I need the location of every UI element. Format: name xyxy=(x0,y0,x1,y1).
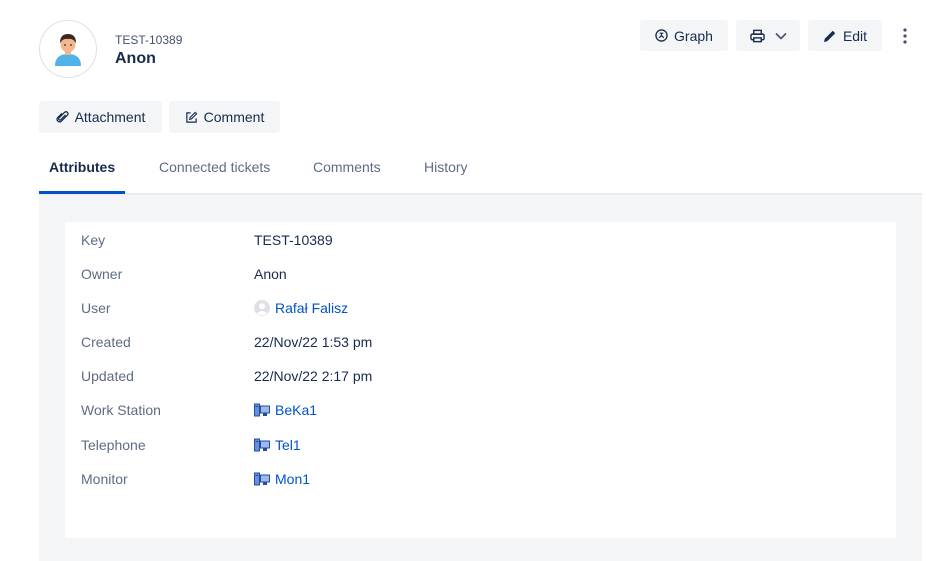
work-station-link[interactable]: BeKa1 xyxy=(254,402,317,418)
graph-button[interactable]: Graph xyxy=(640,20,728,51)
edit-button[interactable]: Edit xyxy=(808,20,882,51)
attribute-value: TEST-10389 xyxy=(254,232,333,248)
graph-button-label: Graph xyxy=(674,27,713,44)
telephone-name: Tel1 xyxy=(275,437,301,453)
attribute-value: 22/Nov/22 2:17 pm xyxy=(254,368,373,384)
attribute-label: Telephone xyxy=(81,437,146,453)
attribute-row-key: Key TEST-10389 xyxy=(65,232,896,252)
computer-icon xyxy=(254,403,270,417)
attributes-card: Key TEST-10389 Owner Anon User Rafał Fal… xyxy=(65,222,896,538)
tab-attributes[interactable]: Attributes xyxy=(49,159,115,175)
edit-button-label: Edit xyxy=(842,27,868,44)
attributes-panel: Key TEST-10389 Owner Anon User Rafał Fal… xyxy=(39,195,922,561)
attribute-row-user: User Rafał Falisz xyxy=(65,300,896,320)
attribute-row-created: Created 22/Nov/22 1:53 pm xyxy=(65,334,896,354)
print-button[interactable] xyxy=(736,20,800,51)
comment-button-label: Comment xyxy=(203,109,265,125)
ticket-avatar xyxy=(39,20,97,78)
more-vertical-icon xyxy=(903,28,907,44)
chevron-down-icon xyxy=(774,32,787,40)
attribute-value: 22/Nov/22 1:53 pm xyxy=(254,334,373,350)
attribute-label: Updated xyxy=(81,368,134,384)
attribute-row-owner: Owner Anon xyxy=(65,266,896,286)
computer-icon xyxy=(254,438,270,452)
graph-icon xyxy=(655,29,668,42)
printer-icon xyxy=(749,29,765,42)
user-link[interactable]: Rafał Falisz xyxy=(254,300,348,316)
tab-comments[interactable]: Comments xyxy=(313,159,381,175)
attribute-row-telephone: Telephone Tel1 xyxy=(65,437,896,457)
tab-connected-tickets[interactable]: Connected tickets xyxy=(159,159,270,175)
attribute-label: Work Station xyxy=(81,402,161,418)
attribute-label: Owner xyxy=(81,266,123,282)
attribute-value: Anon xyxy=(254,266,287,282)
pencil-icon xyxy=(823,30,836,42)
attribute-row-work-station: Work Station BeKa1 xyxy=(65,402,896,422)
computer-icon xyxy=(254,472,270,486)
user-avatar-icon xyxy=(254,300,270,316)
monitor-name: Mon1 xyxy=(275,471,311,487)
ticket-title: Anon xyxy=(115,50,156,67)
tab-bar: Attributes Connected tickets Comments Hi… xyxy=(39,150,922,195)
ticket-key: TEST-10389 xyxy=(115,33,183,47)
person-avatar-icon xyxy=(55,34,81,66)
attribute-label: Key xyxy=(81,232,106,248)
attribute-label: Monitor xyxy=(81,471,128,487)
tab-history[interactable]: History xyxy=(424,159,468,175)
work-station-name: BeKa1 xyxy=(275,402,318,418)
comment-button[interactable]: Comment xyxy=(169,101,280,133)
attribute-label: User xyxy=(81,300,111,316)
attribute-row-updated: Updated 22/Nov/22 2:17 pm xyxy=(65,368,896,388)
active-tab-indicator xyxy=(39,191,125,194)
attribute-label: Created xyxy=(81,334,131,350)
attachment-button-label: Attachment xyxy=(74,109,146,125)
telephone-link[interactable]: Tel1 xyxy=(254,437,301,453)
attachment-button[interactable]: Attachment xyxy=(39,101,162,133)
comment-edit-icon xyxy=(185,111,198,123)
attribute-row-monitor: Monitor Mon1 xyxy=(65,471,896,491)
more-actions-button[interactable] xyxy=(894,22,916,50)
user-name: Rafał Falisz xyxy=(275,300,349,316)
monitor-link[interactable]: Mon1 xyxy=(254,471,310,487)
paperclip-icon xyxy=(55,111,69,123)
